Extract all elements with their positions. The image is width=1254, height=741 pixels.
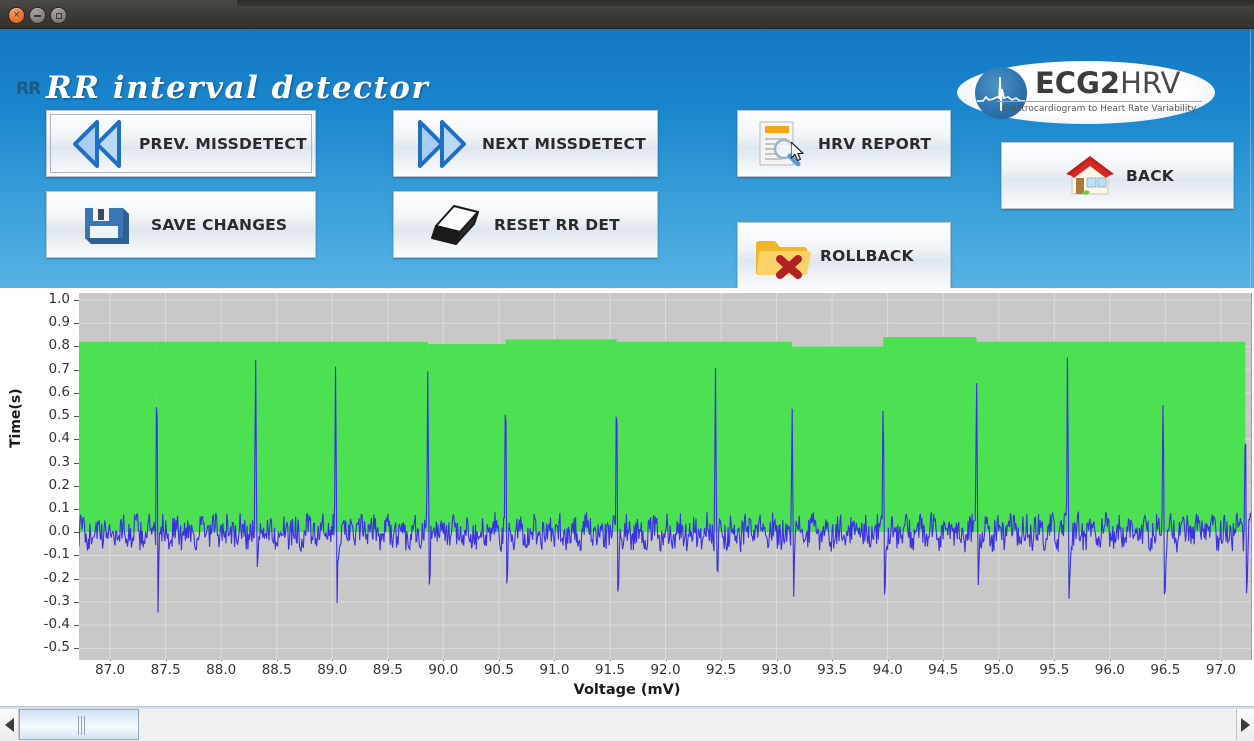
x-axis-label: Voltage (mV) xyxy=(573,682,681,698)
x-tick-label: 87.0 xyxy=(95,662,126,678)
x-tick-label: 87.5 xyxy=(150,662,181,678)
maximize-icon xyxy=(51,8,66,23)
scroll-left-button[interactable] xyxy=(0,709,18,740)
y-tick-label: -0.4 xyxy=(43,616,70,633)
back-button[interactable]: BACK xyxy=(1001,142,1234,209)
rr-badge-icon: RR xyxy=(16,79,41,99)
x-tick-label: 88.5 xyxy=(261,662,292,678)
x-tick-label: 93.5 xyxy=(817,662,848,678)
y-tick-label: 0.1 xyxy=(48,500,70,517)
y-tick-label: 0.5 xyxy=(48,407,70,424)
y-tick-label: 1.0 xyxy=(48,290,70,307)
back-label: BACK xyxy=(1126,166,1174,185)
scrollbar-grip-icon xyxy=(78,716,85,735)
y-tick-label: 0.7 xyxy=(48,360,70,377)
logo-text-light: HRV xyxy=(1120,66,1181,100)
window-minimize-button[interactable] xyxy=(30,8,45,23)
y-tick-label: -0.1 xyxy=(43,546,70,563)
floppy-disk-icon xyxy=(79,202,135,248)
document-magnifier-icon xyxy=(752,118,804,170)
x-tick-label: 96.0 xyxy=(1094,662,1125,678)
x-tick-label: 91.5 xyxy=(594,662,625,678)
x-tick-label: 90.5 xyxy=(483,662,514,678)
x-tick-label: 97.0 xyxy=(1205,662,1236,678)
arrow-right-icon xyxy=(1241,717,1250,732)
x-tick-label: 90.0 xyxy=(428,662,459,678)
logo-text-main: ECG2 xyxy=(1035,66,1121,100)
eraser-icon xyxy=(430,202,486,248)
x-tick-label: 92.5 xyxy=(706,662,737,678)
close-icon: × xyxy=(12,10,21,20)
reset-rr-det-button[interactable]: RESET RR DET xyxy=(393,191,658,258)
ecg-chart[interactable]: Time(s) 1.0 0.9 0.8 0.7 0.6 0.5 0.4 0.3 0.2 0.1 0.… xyxy=(0,288,1254,702)
scrollbar-thumb[interactable] xyxy=(19,709,139,740)
x-tick-label: 95.5 xyxy=(1039,662,1070,678)
y-tick-label: -0.2 xyxy=(43,569,70,586)
y-tick-label: 0.2 xyxy=(48,476,70,493)
prev-missdetect-label: PREV. MISSDETECT xyxy=(139,134,307,153)
page-title: RR interval detector xyxy=(46,70,430,106)
save-changes-label: SAVE CHANGES xyxy=(151,215,288,234)
rollback-button[interactable]: ROLLBACK xyxy=(737,222,951,288)
x-tick-label: 94.0 xyxy=(872,662,903,678)
hrv-report-button[interactable]: HRV REPORT xyxy=(737,110,951,177)
titlebar-highlight xyxy=(237,0,1254,6)
house-icon xyxy=(1062,152,1118,200)
hrv-report-label: HRV REPORT xyxy=(818,134,932,153)
save-changes-button[interactable]: SAVE CHANGES xyxy=(46,191,316,258)
logo-text: ECG2HRV xyxy=(1035,69,1180,98)
rollback-label: ROLLBACK xyxy=(820,246,914,265)
header-edge-line xyxy=(1250,29,1251,288)
x-tick-label: 88.0 xyxy=(206,662,237,678)
y-tick-label: -0.5 xyxy=(43,639,70,656)
x-tick-label: 93.0 xyxy=(761,662,792,678)
y-tick-label: 0.4 xyxy=(48,430,70,447)
window-titlebar: × xyxy=(0,0,1254,29)
app-header: RR RR interval detector ECG2HRV Electroc… xyxy=(0,29,1254,288)
plot-area[interactable] xyxy=(79,293,1252,660)
x-tick-label: 89.0 xyxy=(317,662,348,678)
x-tick-label: 95.0 xyxy=(983,662,1014,678)
arrow-left-icon xyxy=(4,717,14,732)
scrollbar-track[interactable] xyxy=(18,709,1235,740)
double-chevron-right-icon xyxy=(408,116,476,172)
reset-rr-det-label: RESET RR DET xyxy=(494,215,620,234)
prev-missdetect-button[interactable]: PREV. MISSDETECT xyxy=(46,110,316,177)
ecg2hrv-logo: ECG2HRV Electrocardiogram to Heart Rate … xyxy=(957,61,1215,124)
y-tick-label: -0.3 xyxy=(43,592,70,609)
window-maximize-button[interactable] xyxy=(51,8,66,23)
minimize-icon xyxy=(30,8,45,23)
y-tick-label: 0.6 xyxy=(48,383,70,400)
next-missdetect-label: NEXT MISSDETECT xyxy=(482,134,646,153)
y-tick-label: 0.8 xyxy=(48,337,70,354)
x-tick-label: 94.5 xyxy=(928,662,959,678)
x-tick-label: 91.0 xyxy=(539,662,570,678)
x-tick-label: 96.5 xyxy=(1150,662,1181,678)
y-tick-label: 0.9 xyxy=(48,314,70,331)
double-chevron-left-icon xyxy=(63,116,131,172)
logo-subtitle: Electrocardiogram to Heart Rate Variabil… xyxy=(997,101,1202,114)
y-tick-label: 0.0 xyxy=(48,523,70,540)
horizontal-scrollbar[interactable] xyxy=(0,706,1254,741)
next-missdetect-button[interactable]: NEXT MISSDETECT xyxy=(393,110,658,177)
y-tick-label: 0.3 xyxy=(48,453,70,470)
ecg-plot-svg xyxy=(79,293,1251,660)
folder-delete-icon xyxy=(756,233,814,279)
x-tick-label: 92.0 xyxy=(650,662,681,678)
window-close-button[interactable]: × xyxy=(9,8,24,23)
x-tick-label: 89.5 xyxy=(372,662,403,678)
scroll-right-button[interactable] xyxy=(1236,709,1254,740)
